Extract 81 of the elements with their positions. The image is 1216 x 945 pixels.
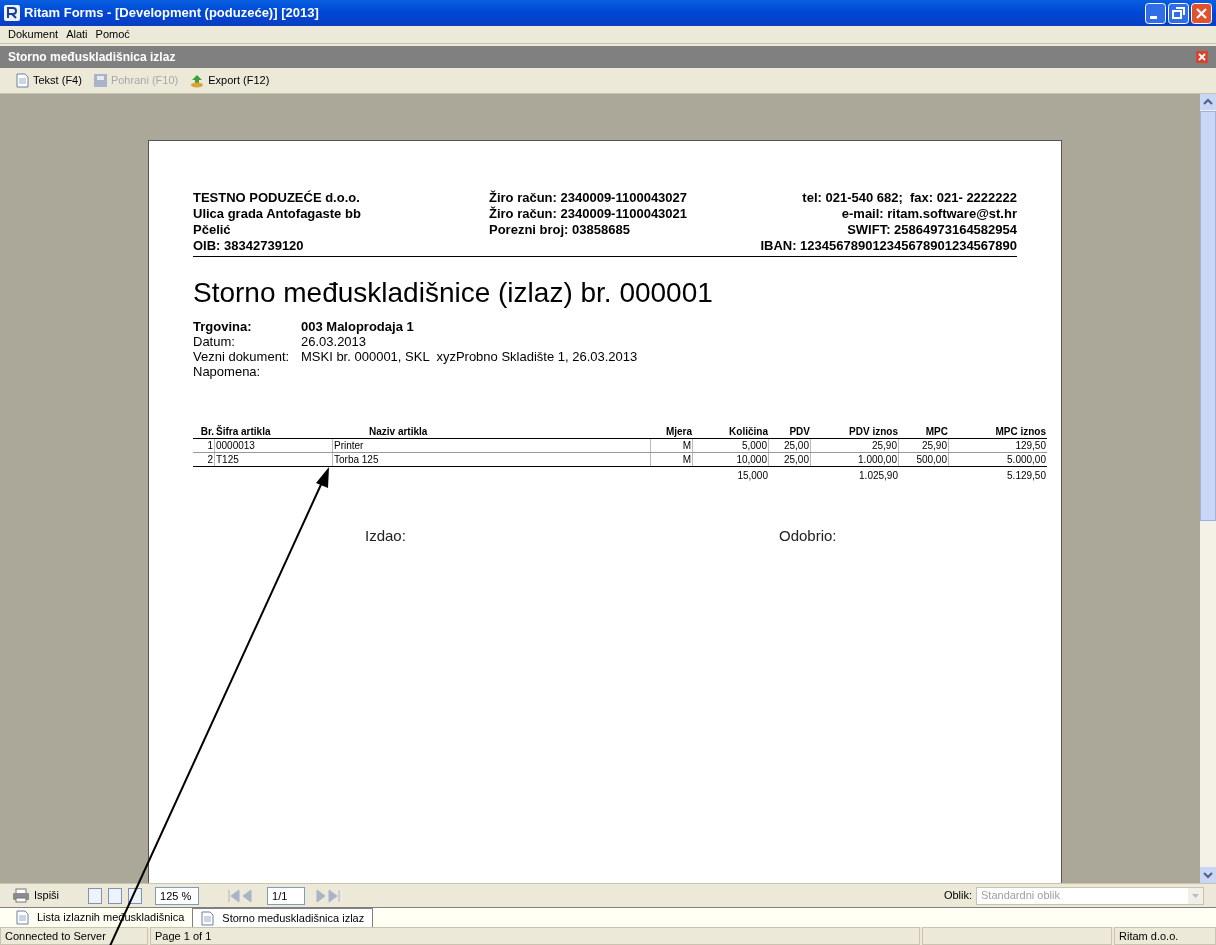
dropdown-icon: [1188, 887, 1203, 904]
report-title: Storno međuskladišnice (izlaz) br. 000001: [193, 277, 714, 309]
company-line: TESTNO PODUZEĆE d.o.o.: [193, 190, 361, 206]
contact-line: e-mail: ritam.software@st.hr: [840, 206, 1017, 222]
table-cell: 25,90: [811, 439, 899, 452]
company-line: OIB: 38342739120: [193, 238, 305, 254]
table-cell: 2: [193, 453, 215, 466]
zoom-field[interactable]: 125 %: [155, 886, 200, 905]
table-cell: Torba 125: [333, 453, 651, 466]
scroll-down-icon: [1200, 867, 1216, 883]
column-header: Mjera: [664, 425, 693, 438]
page-field[interactable]: 1/1: [267, 886, 306, 905]
document-icon: [201, 910, 215, 926]
toolbar-button[interactable]: Tekst (F4): [16, 72, 82, 89]
table-cell: T125: [215, 453, 333, 466]
company-line: Ulica grada Antofagaste bb: [193, 206, 362, 222]
column-header: Naziv artikla: [368, 425, 429, 438]
contact-line: SWIFT: 25864973164582954: [846, 222, 1017, 238]
table-cell-text: 5.000,00: [1006, 453, 1047, 466]
menu-item[interactable]: Pomoć: [95, 26, 130, 43]
layout-label: Oblik:: [943, 888, 972, 904]
table-cell: 1: [193, 439, 215, 452]
scroll-thumb[interactable]: [1200, 111, 1216, 521]
toolbar-button[interactable]: Export (F12): [190, 72, 270, 89]
status-text: Connected to Server: [0, 927, 148, 945]
total-cell-text: 15,000: [736, 469, 769, 482]
column-header: MPC: [924, 425, 949, 438]
menu-item[interactable]: Dokument: [8, 26, 59, 43]
app-icon: [4, 5, 20, 21]
field-label: Datum:: [193, 334, 236, 349]
field-value: 003 Maloprodaja 1: [301, 319, 414, 334]
table-cell: 1.000,00: [811, 453, 899, 466]
company-line: Pčelić: [193, 222, 232, 238]
document-icon: [16, 73, 29, 88]
tab[interactable]: Storno međuskladišnica izlaz: [192, 908, 374, 927]
save-icon: [93, 74, 107, 87]
restore-icon: [1168, 2, 1189, 24]
bank-line: Porezni broj: 03858685: [489, 222, 631, 238]
status-text: Ritam d.o.o.: [1114, 927, 1216, 945]
column-header: PDV iznos: [848, 425, 899, 438]
print-button[interactable]: Ispiši: [12, 887, 60, 904]
field-label: Trgovina:: [193, 319, 253, 334]
signature-label: Odobrio:: [779, 526, 837, 546]
table-cell: 25,00: [769, 439, 811, 452]
close-icon: [1191, 2, 1212, 24]
column-header: Br.: [199, 425, 215, 438]
table-cell-text: 129,50: [1014, 439, 1047, 452]
column-header: PDV: [788, 425, 811, 438]
table-cell: 10,000: [693, 453, 769, 466]
table-cell: Printer: [333, 439, 651, 452]
window-title: Ritam Forms - [Development (poduzeće)] [2013]: [24, 4, 319, 23]
minimize-icon: [1145, 2, 1166, 24]
printer-icon: [12, 888, 30, 903]
document-title: Storno međuskladišnica izlaz: [8, 49, 176, 66]
table-cell: M: [651, 453, 693, 466]
table-cell: 25,00: [769, 453, 811, 466]
contact-line: tel: 021-540 682; fax: 021- 2222222: [801, 190, 1017, 206]
total-cell-text: 1.025,90: [858, 469, 899, 482]
signature-label: Izdao:: [365, 526, 407, 546]
column-header: Šifra artikla: [215, 425, 272, 438]
table-cell: 0000013: [215, 439, 333, 452]
total-cell-text: 5.129,50: [1006, 469, 1047, 482]
column-header: Količina: [728, 425, 769, 438]
close-icon: [1196, 51, 1208, 63]
field-value: 26.03.2013: [301, 334, 367, 349]
export-icon: [190, 73, 205, 88]
table-cell: M: [651, 439, 693, 452]
bank-line: Žiro račun: 2340009-1100043027: [489, 190, 689, 206]
table-cell: 25,90: [899, 439, 949, 452]
column-header: MPC iznos: [994, 425, 1047, 438]
status-text: Page 1 of 1: [150, 927, 920, 945]
scrollbar[interactable]: [1200, 94, 1216, 883]
table-cell: 5,000: [693, 439, 769, 452]
field-value: MSKI br. 000001, SKL xyzProbno Skladište 1, 26.03.2013: [301, 349, 638, 364]
contact-line: IBAN: 123456789012345678901234567890: [759, 238, 1017, 254]
field-label: Napomena:: [193, 364, 262, 379]
scroll-up-icon: [1200, 94, 1216, 110]
bank-line: Žiro račun: 2340009-1100043021: [489, 206, 689, 222]
table-cell: 500,00: [899, 453, 949, 466]
menu-item[interactable]: Alati: [66, 26, 88, 43]
field-label: Vezni dokument:: [193, 349, 291, 364]
